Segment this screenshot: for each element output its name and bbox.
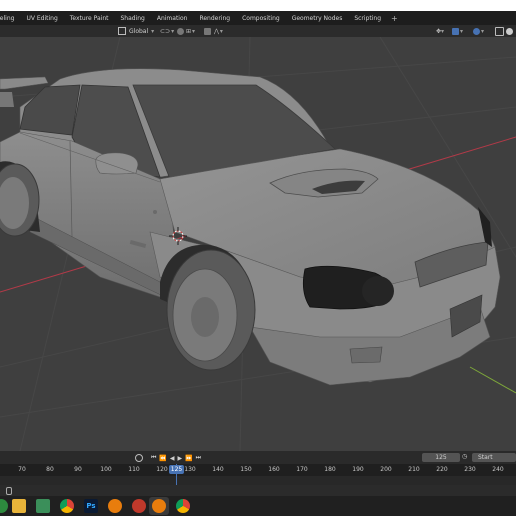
ruler-label: 220: [436, 466, 448, 473]
tab-animation[interactable]: Animation: [151, 11, 194, 25]
y-axis-line: [469, 366, 516, 394]
ruler-label: 180: [324, 466, 336, 473]
play-icon[interactable]: ▶: [178, 455, 183, 462]
ruler-label: 170: [296, 466, 308, 473]
ruler-label: 210: [408, 466, 420, 473]
blender-active-icon[interactable]: [152, 499, 166, 513]
xray-toggle[interactable]: ▾: [473, 26, 484, 36]
transform-orientation-label: Global: [129, 27, 149, 35]
falloff-icon: ⋀: [214, 27, 219, 35]
add-workspace-button[interactable]: +: [387, 14, 402, 23]
3d-viewport[interactable]: [0, 37, 516, 451]
chrome-icon-2[interactable]: [176, 499, 190, 513]
solid-shading-icon[interactable]: [506, 27, 513, 35]
overlay-toggle[interactable]: ▾: [452, 26, 463, 36]
shading-mode-buttons[interactable]: [495, 26, 513, 36]
magnet-icon: [177, 27, 184, 35]
chevron-down-icon: ▾: [171, 27, 175, 35]
chrome-icon[interactable]: [60, 499, 74, 513]
ruler-label: 130: [184, 466, 196, 473]
status-bar: [0, 485, 516, 496]
prev-keyframe-icon[interactable]: ⏪: [159, 455, 166, 462]
workspace-tab-bar: deling UV Editing Texture Paint Shading …: [0, 11, 516, 25]
ruler-label: 200: [380, 466, 392, 473]
pivot-point-button[interactable]: ⊂⊃ ▾: [160, 26, 174, 36]
ruler-label: 240: [492, 466, 504, 473]
transform-orientation-dropdown[interactable]: Global ▾: [118, 26, 154, 36]
chevron-down-icon: ▾: [192, 27, 196, 35]
next-keyframe-icon[interactable]: ⏩: [185, 455, 192, 462]
overlay-icon: [452, 27, 459, 35]
playhead-indicator[interactable]: 125: [169, 465, 184, 474]
ruler-label: 150: [240, 466, 252, 473]
windows-taskbar: Ps: [0, 496, 516, 516]
ruler-label: 230: [464, 466, 476, 473]
mouse-icon: [6, 487, 12, 495]
timeline-track-area[interactable]: [0, 476, 516, 485]
window-top-edge: [0, 0, 516, 11]
chevron-down-icon: ▾: [441, 27, 445, 35]
play-reverse-icon[interactable]: ◀: [170, 455, 175, 462]
tab-scripting[interactable]: Scripting: [348, 11, 387, 25]
photoshop-icon[interactable]: Ps: [84, 499, 98, 513]
tab-texture-paint[interactable]: Texture Paint: [64, 11, 115, 25]
clock-icon[interactable]: ◷: [462, 453, 467, 460]
ruler-label: 190: [352, 466, 364, 473]
wireframe-shading-icon[interactable]: [495, 26, 504, 36]
ruler-label: 100: [100, 466, 112, 473]
tab-uv-editing[interactable]: UV Editing: [20, 11, 63, 25]
file-explorer-icon[interactable]: [12, 499, 26, 513]
link-icon: ⊂⊃: [160, 27, 171, 35]
ruler-label: 120: [156, 466, 168, 473]
playback-controls: ⏮ ⏪ ◀ ▶ ⏩ ⏭: [135, 453, 201, 463]
orientation-icon: [118, 27, 126, 35]
app-red-icon[interactable]: [132, 499, 146, 513]
jump-start-icon[interactable]: ⏮: [151, 454, 156, 462]
chevron-down-icon: ▾: [481, 27, 485, 35]
tab-rendering[interactable]: Rendering: [193, 11, 236, 25]
timeline-header: ⏮ ⏪ ◀ ▶ ⏩ ⏭ 125 ◷ Start: [0, 451, 516, 464]
ruler-label: 90: [74, 466, 82, 473]
ruler-label: 110: [128, 466, 140, 473]
tab-shading[interactable]: Shading: [114, 11, 150, 25]
snap-mode-icon: ⊞: [186, 27, 192, 35]
tab-compositing[interactable]: Compositing: [236, 11, 286, 25]
tab-modeling[interactable]: deling: [0, 11, 20, 25]
timeline-ruler[interactable]: 70 80 90 100 110 120 130 140 150 160 170…: [0, 464, 516, 476]
record-icon[interactable]: [135, 454, 143, 462]
proportional-edit-icon: [204, 27, 211, 35]
chevron-down-icon: ▾: [219, 27, 223, 35]
app-icon[interactable]: [0, 499, 8, 513]
start-frame-field[interactable]: Start: [472, 453, 516, 462]
proportional-edit-toggle[interactable]: ⋀ ▾: [204, 26, 223, 36]
snap-toggle[interactable]: ⊞ ▾: [177, 26, 195, 36]
ruler-label: 140: [212, 466, 224, 473]
gizmo-toggle[interactable]: ✥ ▾: [436, 26, 444, 36]
chevron-down-icon: ▾: [460, 27, 464, 35]
ruler-label: 80: [46, 466, 54, 473]
viewport-header: Global ▾ ⊂⊃ ▾ ⊞ ▾ ⋀ ▾ ✥ ▾ ▾ ▾: [0, 25, 516, 37]
viewport-canvas: [0, 37, 516, 451]
jump-end-icon[interactable]: ⏭: [196, 454, 201, 462]
current-frame-field[interactable]: 125: [422, 453, 460, 462]
car-model[interactable]: [0, 68, 501, 386]
chevron-down-icon: ▾: [151, 27, 155, 35]
xray-icon: [473, 27, 480, 35]
blender-icon[interactable]: [108, 499, 122, 513]
ruler-label: 70: [18, 466, 26, 473]
app-icon[interactable]: [36, 499, 50, 513]
tab-geometry-nodes[interactable]: Geometry Nodes: [286, 11, 349, 25]
ruler-label: 160: [268, 466, 280, 473]
